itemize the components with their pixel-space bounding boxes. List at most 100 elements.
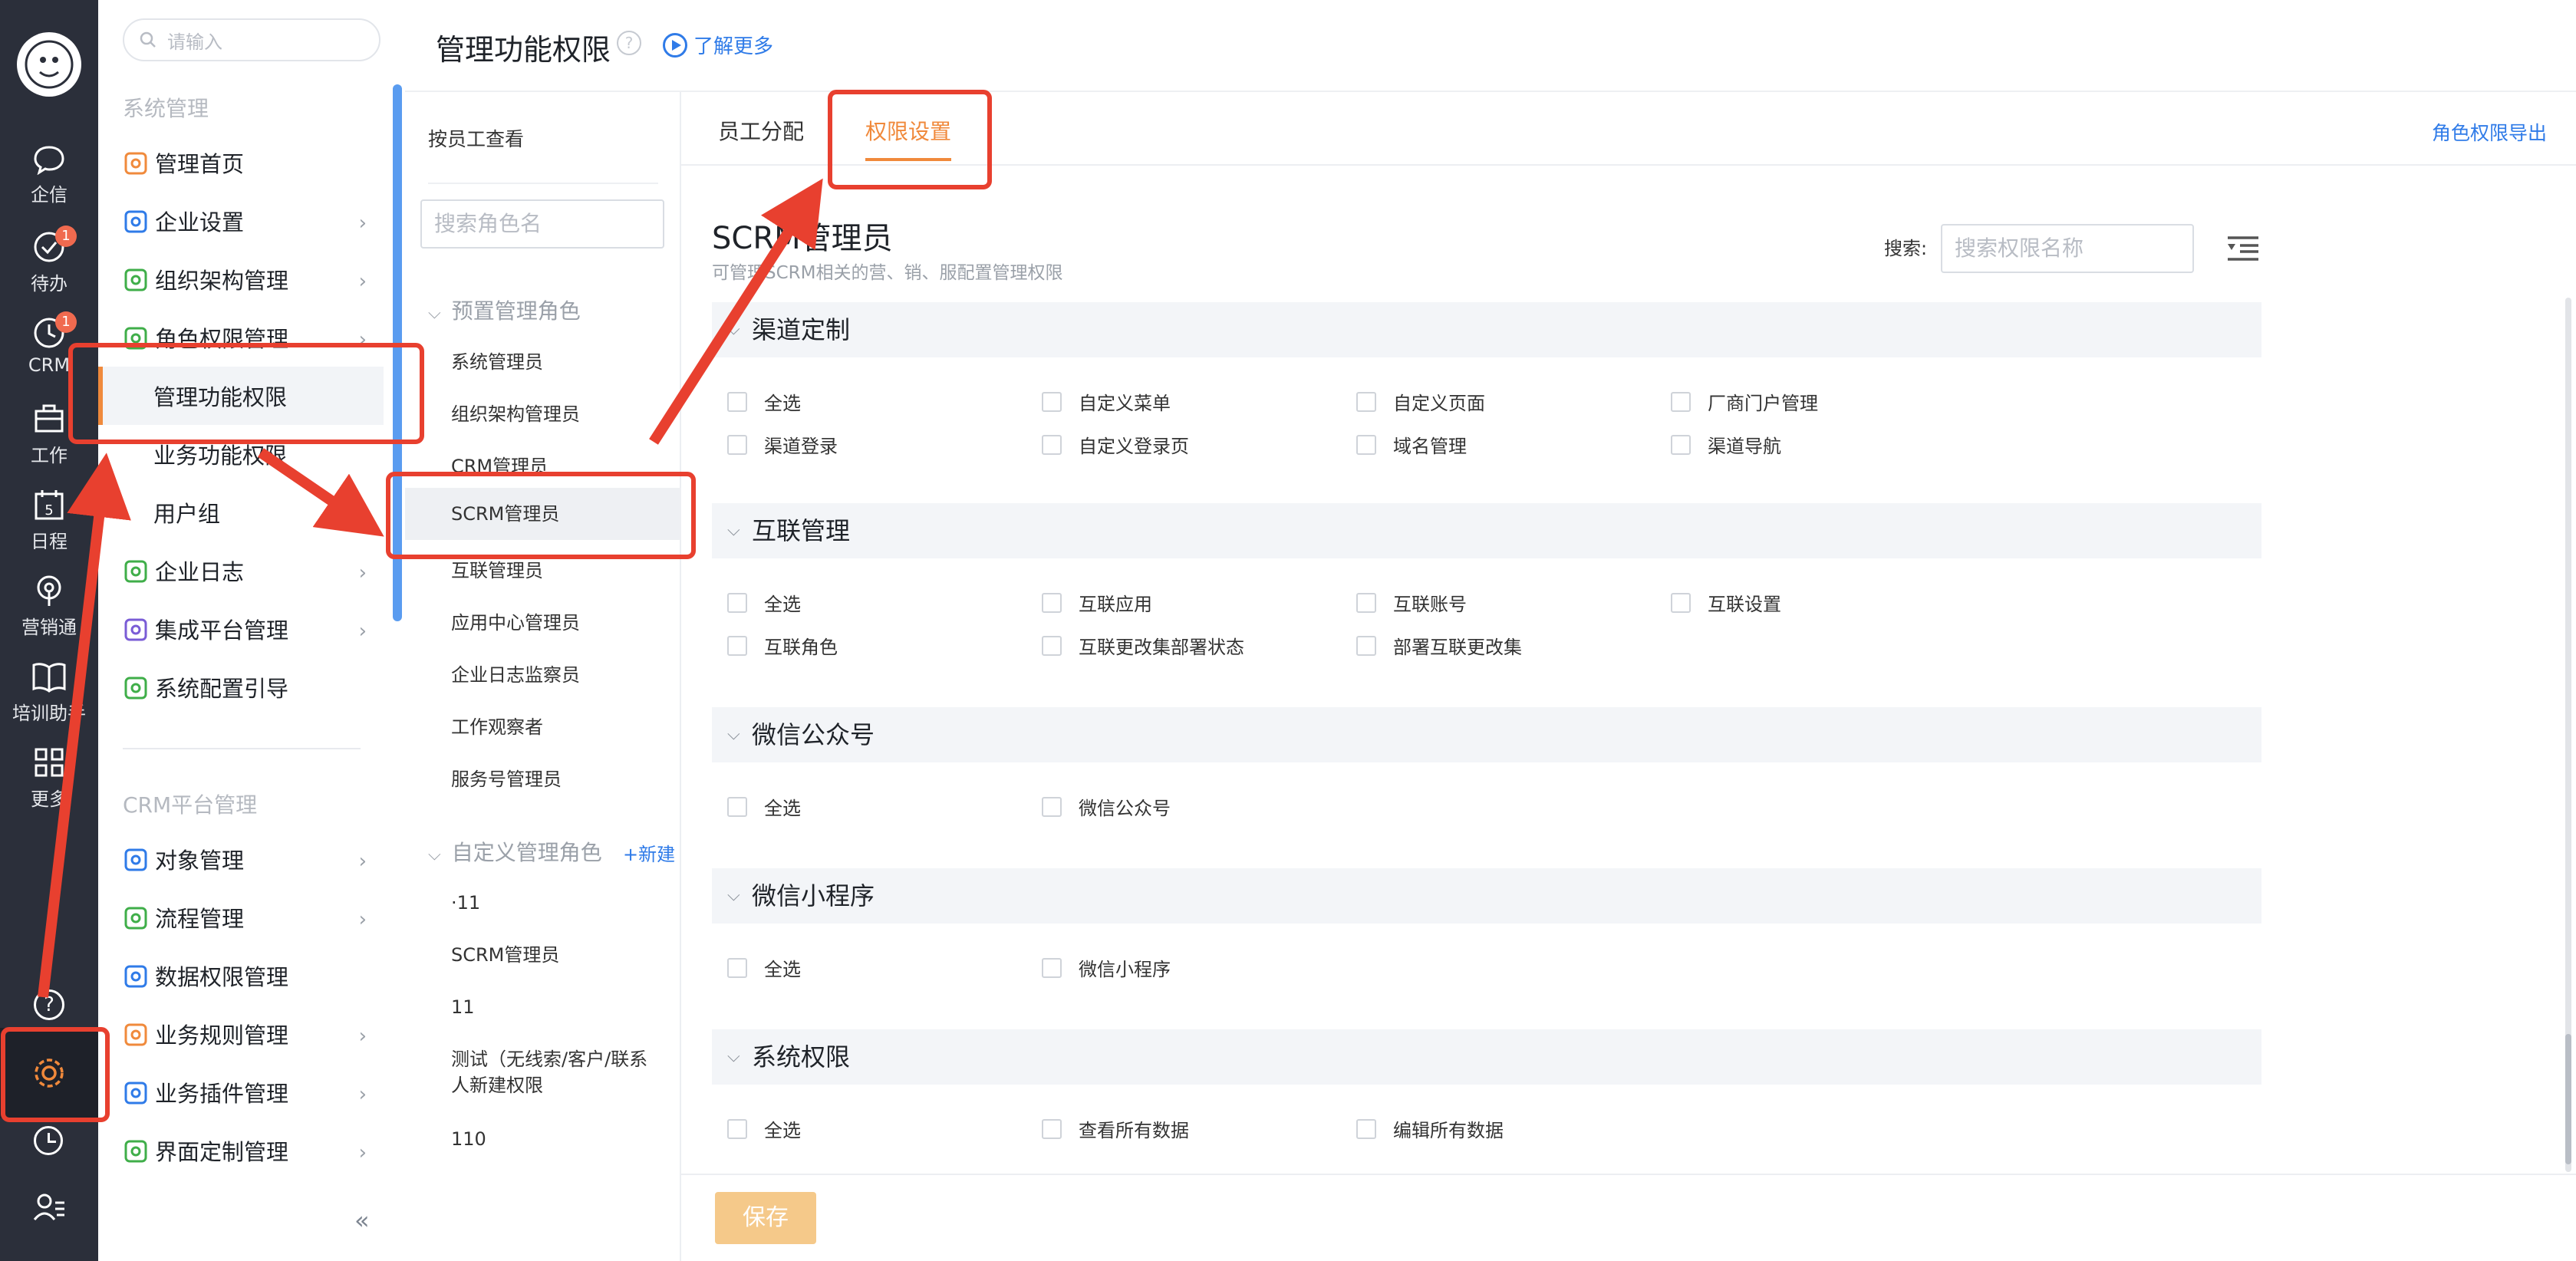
nav-item[interactable]: 管理首页 xyxy=(98,133,384,192)
permission-section-header[interactable]: ⌵ 微信公众号 xyxy=(712,707,2261,762)
permission-section-header[interactable]: ⌵ 微信小程序 xyxy=(712,868,2261,924)
checkbox[interactable] xyxy=(1042,635,1062,656)
main-scrollbar[interactable] xyxy=(2565,298,2571,1172)
custom-role-item[interactable]: 11 xyxy=(451,994,666,1020)
permission-checkbox-item[interactable]: 互联更改集部署状态 xyxy=(1042,632,1244,659)
app-logo-icon[interactable] xyxy=(17,32,81,97)
help-circle-icon[interactable]: ? xyxy=(34,989,64,1020)
checkbox[interactable] xyxy=(1671,391,1691,412)
view-by-employee-link[interactable]: 按员工查看 xyxy=(428,124,524,152)
permission-checkbox-item[interactable]: 微信公众号 xyxy=(1042,793,1171,820)
custom-role-item[interactable]: 测试（无线索/客户/联系人新建权限 xyxy=(451,1046,666,1098)
role-item[interactable]: 服务号管理员 xyxy=(451,764,666,791)
rail-item-2[interactable]: CRM 1 xyxy=(0,311,98,376)
user-list-icon[interactable] xyxy=(32,1190,66,1224)
nav-item[interactable]: 流程管理 › xyxy=(98,888,384,947)
help-icon[interactable]: ? xyxy=(617,31,641,55)
role-item[interactable]: SCRM管理员 xyxy=(405,488,681,540)
role-item[interactable]: 互联管理员 xyxy=(451,555,666,582)
custom-role-item[interactable]: SCRM管理员 xyxy=(451,942,666,968)
checkbox[interactable] xyxy=(1671,434,1691,455)
checkbox[interactable] xyxy=(1671,592,1691,613)
permission-checkbox-item[interactable]: 域名管理 xyxy=(1356,431,1467,458)
rail-item-0[interactable]: 企信 xyxy=(0,144,98,206)
role-item[interactable]: 组织架构管理员 xyxy=(451,399,666,426)
export-role-permissions-link[interactable]: 角色权限导出 xyxy=(2432,118,2547,146)
checkbox[interactable] xyxy=(1042,796,1062,817)
custom-roles-group[interactable]: ⌵ 自定义管理角色 xyxy=(428,836,602,867)
checkbox[interactable] xyxy=(1356,635,1376,656)
permission-checkbox-item[interactable]: 微信小程序 xyxy=(1042,954,1171,981)
checkbox[interactable] xyxy=(1356,592,1376,613)
preset-roles-group[interactable]: ⌵ 预置管理角色 xyxy=(428,295,581,325)
checkbox[interactable] xyxy=(727,391,747,412)
scrollbar-thumb[interactable] xyxy=(2565,1034,2571,1164)
checkbox[interactable] xyxy=(1042,592,1062,613)
permission-checkbox-item[interactable]: 编辑所有数据 xyxy=(1356,1115,1504,1142)
permission-checkbox-item[interactable]: 自定义页面 xyxy=(1356,388,1485,415)
nav-item[interactable]: 集成平台管理 › xyxy=(98,600,384,658)
permission-checkbox-item[interactable]: 互联应用 xyxy=(1042,589,1152,616)
collapse-nav-button[interactable]: « xyxy=(354,1206,370,1235)
rail-item-5[interactable]: 营销通 xyxy=(0,574,98,639)
permission-section-header[interactable]: ⌵ 互联管理 xyxy=(712,503,2261,558)
rail-item-6[interactable]: 培训助手 xyxy=(0,660,98,725)
rail-item-7[interactable]: 更多 xyxy=(0,746,98,811)
custom-role-item[interactable]: ·11 xyxy=(451,890,666,916)
nav-scrollbar[interactable] xyxy=(393,84,402,621)
permission-checkbox-item[interactable]: 互联角色 xyxy=(727,632,838,659)
permission-checkbox-item[interactable]: 渠道导航 xyxy=(1671,431,1781,458)
checkbox[interactable] xyxy=(1042,434,1062,455)
permission-checkbox-item[interactable]: 查看所有数据 xyxy=(1042,1115,1189,1142)
permission-checkbox-item[interactable]: 厂商门户管理 xyxy=(1671,388,1818,415)
nav-item[interactable]: 数据权限管理 xyxy=(98,947,384,1005)
nav-item[interactable]: 业务规则管理 › xyxy=(98,1005,384,1063)
nav-search-input[interactable]: 请输入 xyxy=(123,18,380,61)
role-item[interactable]: 工作观察者 xyxy=(451,712,666,739)
permission-checkbox-item[interactable]: 互联设置 xyxy=(1671,589,1781,616)
settings-rail-item[interactable] xyxy=(0,1028,98,1118)
nav-item[interactable]: 业务功能权限 xyxy=(98,425,384,483)
permission-checkbox-item[interactable]: 自定义登录页 xyxy=(1042,431,1189,458)
role-search-input[interactable]: 搜索角色名 xyxy=(420,199,664,249)
role-item[interactable]: CRM管理员 xyxy=(451,451,666,478)
nav-item[interactable]: 企业设置 › xyxy=(98,192,384,250)
permission-checkbox-item[interactable]: 全选 xyxy=(727,954,801,981)
nav-item[interactable]: 用户组 xyxy=(98,483,384,542)
permission-section-header[interactable]: ⌵ 渠道定制 xyxy=(712,302,2261,357)
custom-role-item[interactable]: 110 xyxy=(451,1126,666,1152)
permission-checkbox-item[interactable]: 渠道登录 xyxy=(727,431,838,458)
permission-checkbox-item[interactable]: 互联账号 xyxy=(1356,589,1467,616)
checkbox[interactable] xyxy=(727,635,747,656)
permission-checkbox-item[interactable]: 全选 xyxy=(727,388,801,415)
new-role-button[interactable]: +新建 xyxy=(623,839,675,866)
role-item[interactable]: 系统管理员 xyxy=(451,347,666,374)
permission-checkbox-item[interactable]: 全选 xyxy=(727,589,801,616)
checkbox[interactable] xyxy=(1042,391,1062,412)
nav-item[interactable]: 组织架构管理 › xyxy=(98,250,384,308)
permission-checkbox-item[interactable]: 部署互联更改集 xyxy=(1356,632,1522,659)
permission-checkbox-item[interactable]: 全选 xyxy=(727,793,801,820)
nav-item[interactable]: 企业日志 › xyxy=(98,542,384,600)
rail-item-1[interactable]: 待办 1 xyxy=(0,226,98,295)
checkbox[interactable] xyxy=(1356,1118,1376,1139)
checkbox[interactable] xyxy=(1356,391,1376,412)
nav-item[interactable]: 系统配置引导 xyxy=(98,658,384,716)
role-item[interactable]: 企业日志监察员 xyxy=(451,660,666,686)
nav-item[interactable]: 业务插件管理 › xyxy=(98,1063,384,1121)
rail-item-4[interactable]: 5 日程 xyxy=(0,488,98,553)
checkbox[interactable] xyxy=(1042,1118,1062,1139)
history-clock-icon[interactable] xyxy=(34,1126,63,1155)
checkbox[interactable] xyxy=(727,957,747,978)
permission-checkbox-item[interactable]: 全选 xyxy=(727,1115,801,1142)
checkbox[interactable] xyxy=(727,1118,747,1139)
learn-more-link[interactable]: 了解更多 xyxy=(663,31,773,59)
rail-item-3[interactable]: 工作 xyxy=(0,402,98,467)
checkbox[interactable] xyxy=(727,592,747,613)
save-button[interactable]: 保存 xyxy=(715,1192,816,1244)
checkbox[interactable] xyxy=(1042,957,1062,978)
tab-permission-settings[interactable]: 权限设置 xyxy=(865,115,952,161)
collapse-list-icon[interactable] xyxy=(2226,235,2260,262)
checkbox[interactable] xyxy=(1356,434,1376,455)
nav-item[interactable]: 界面定制管理 › xyxy=(98,1121,384,1180)
